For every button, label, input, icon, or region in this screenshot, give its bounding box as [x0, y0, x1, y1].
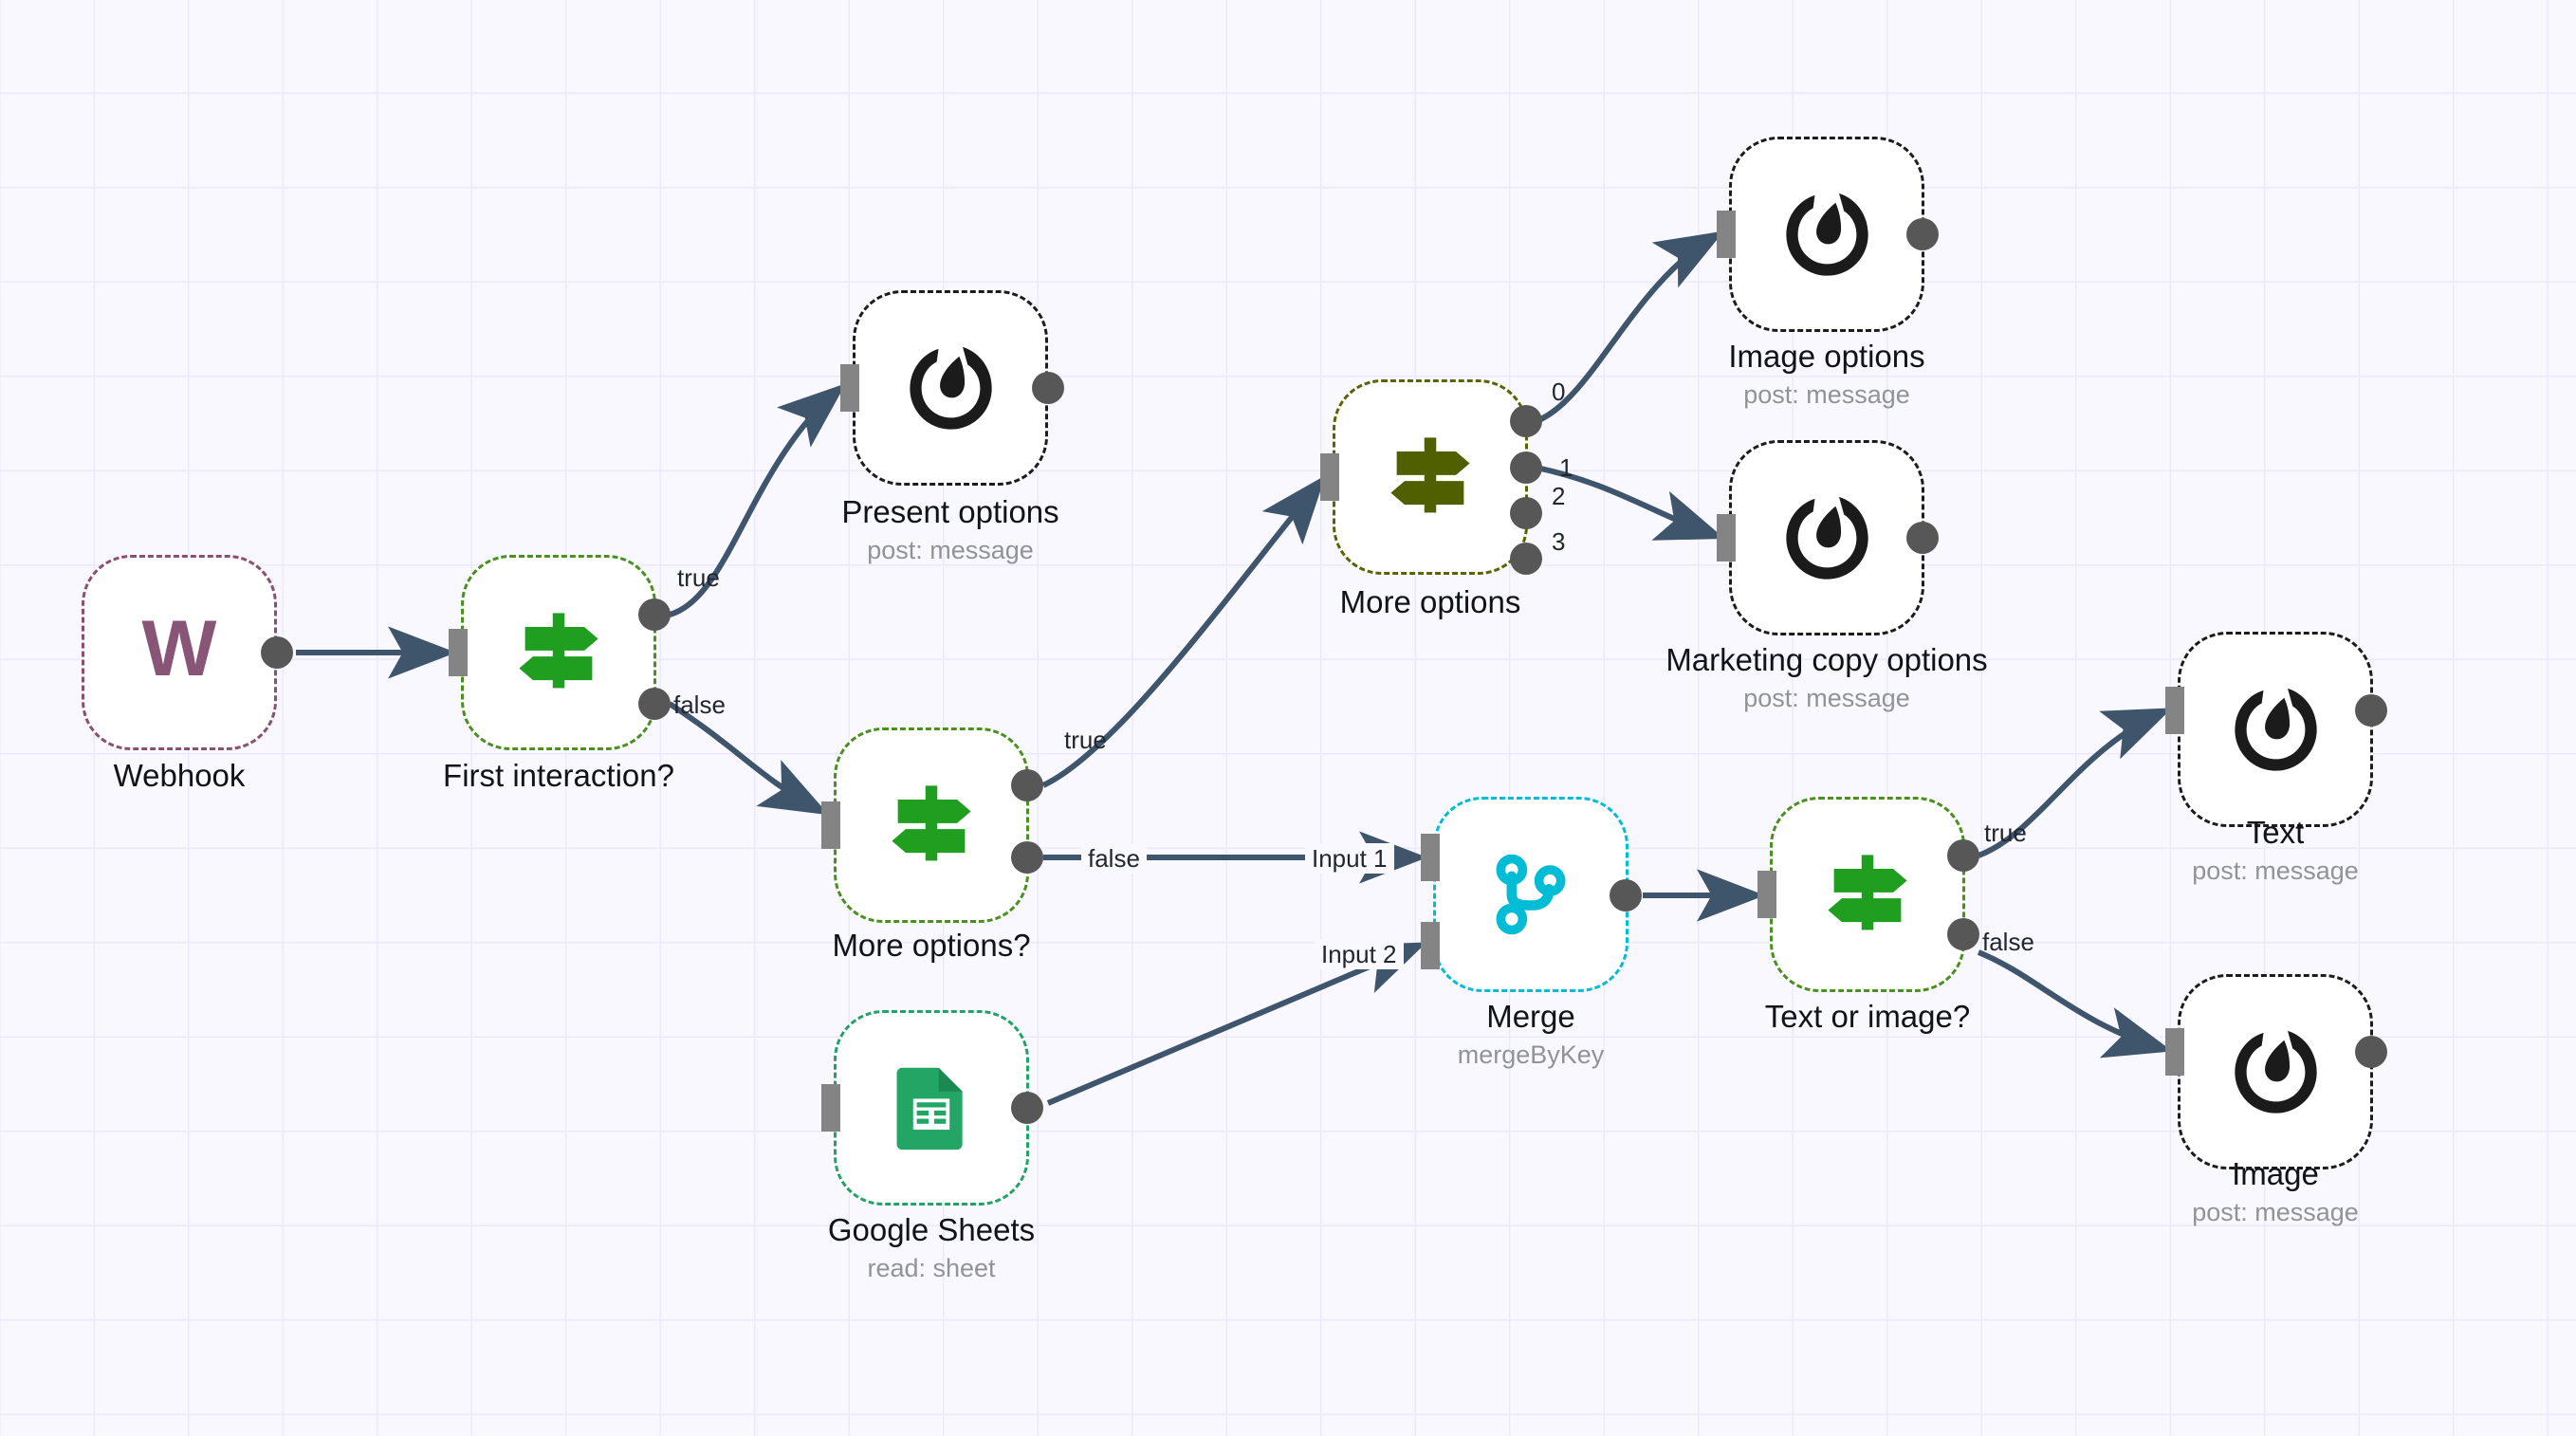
mattermost-icon — [1786, 496, 1868, 580]
node-label-google-sheets: Google Sheets — [827, 1212, 1036, 1247]
node-subtitle-image: post: message — [2192, 1198, 2359, 1226]
node-subtitle-marketing-copy-options: post: message — [1743, 684, 1910, 712]
node-image-options[interactable] — [1729, 137, 1924, 332]
node-image[interactable] — [2178, 974, 2373, 1169]
port-label-first-true: true — [677, 563, 720, 592]
more-options-if-output-true[interactable] — [1011, 769, 1043, 801]
signpost-icon — [519, 613, 598, 689]
image-input-endpoint[interactable] — [2165, 1028, 2184, 1076]
first-interaction-output-true[interactable] — [638, 598, 671, 631]
node-marketing-copy-options[interactable] — [1729, 440, 1924, 635]
node-label-more-options-if: More options? — [832, 928, 1031, 963]
node-present-options[interactable] — [853, 290, 1048, 486]
port-label-switch-0: 0 — [1552, 377, 1566, 406]
image-output-endpoint[interactable] — [2355, 1036, 2387, 1068]
port-label-more-true: true — [1064, 726, 1107, 754]
node-webhook[interactable]: W — [82, 555, 277, 750]
present-options-output-endpoint[interactable] — [1032, 372, 1064, 404]
svg-text:W: W — [142, 603, 217, 692]
more-options-switch-input-endpoint[interactable] — [1320, 453, 1339, 501]
more-options-switch-output-2[interactable] — [1510, 497, 1542, 529]
node-label-marketing-copy-options: Marketing copy options — [1665, 642, 1988, 677]
more-options-switch-output-0[interactable] — [1510, 405, 1542, 437]
webhook-output-endpoint[interactable] — [261, 636, 293, 669]
first-interaction-input-endpoint[interactable] — [449, 629, 468, 676]
present-options-input-endpoint[interactable] — [840, 364, 859, 412]
node-subtitle-google-sheets: read: sheet — [867, 1254, 996, 1282]
merge-output-endpoint[interactable] — [1610, 879, 1642, 911]
mattermost-icon — [2235, 1030, 2317, 1114]
google-sheets-output-endpoint[interactable] — [1011, 1092, 1043, 1124]
text-input-endpoint[interactable] — [2165, 687, 2184, 734]
signpost-icon — [1828, 855, 1907, 930]
node-more-options-if[interactable] — [834, 727, 1029, 923]
merge-input-2-endpoint[interactable] — [1421, 922, 1440, 969]
image-options-input-endpoint[interactable] — [1717, 211, 1736, 258]
google-sheets-input-endpoint[interactable] — [821, 1084, 840, 1132]
port-label-first-false: false — [673, 690, 726, 719]
node-subtitle-present-options: post: message — [867, 536, 1034, 564]
edge-label-merge-input1: Input 1 — [1305, 843, 1394, 874]
port-label-toi-false: false — [1982, 928, 2034, 956]
more-options-if-input-endpoint[interactable] — [821, 801, 840, 849]
merge-icon — [1496, 854, 1566, 935]
edge-label-merge-input2: Input 2 — [1315, 939, 1404, 969]
node-label-first-interaction: First interaction? — [443, 758, 674, 793]
node-label-text: Text — [2246, 815, 2305, 850]
merge-input-1-endpoint[interactable] — [1421, 834, 1440, 881]
port-label-toi-true: true — [1984, 819, 2027, 847]
node-text[interactable] — [2178, 632, 2373, 827]
mattermost-icon — [910, 346, 992, 430]
node-subtitle-merge: mergeByKey — [1457, 1040, 1605, 1069]
text-or-image-output-true[interactable] — [1947, 839, 1979, 872]
node-label-text-or-image: Text or image? — [1764, 999, 1971, 1034]
port-label-switch-2: 2 — [1552, 482, 1566, 510]
node-subtitle-text: post: message — [2192, 856, 2359, 885]
workflow-canvas[interactable]: W Webhook true false First interaction? — [0, 0, 2576, 1436]
node-text-or-image[interactable] — [1770, 797, 1965, 992]
node-label-image: Image — [2232, 1156, 2319, 1191]
webhook-w-icon: W — [142, 603, 217, 692]
mattermost-icon — [1786, 193, 1868, 276]
marketing-copy-options-input-endpoint[interactable] — [1717, 514, 1736, 562]
node-label-more-options-switch: More options — [1339, 584, 1521, 619]
signpost-icon — [1390, 437, 1470, 513]
node-layer: W Webhook true false First interaction? — [0, 0, 2576, 1436]
more-options-if-output-false[interactable] — [1011, 841, 1043, 874]
node-more-options-switch[interactable] — [1333, 379, 1528, 575]
node-google-sheets[interactable] — [834, 1010, 1029, 1206]
first-interaction-output-false[interactable] — [638, 688, 671, 720]
node-label-present-options: Present options — [841, 494, 1059, 529]
text-output-endpoint[interactable] — [2355, 694, 2387, 727]
node-first-interaction[interactable] — [461, 555, 656, 750]
node-subtitle-image-options: post: message — [1743, 380, 1910, 409]
image-options-output-endpoint[interactable] — [1906, 218, 1939, 250]
text-or-image-input-endpoint[interactable] — [1757, 871, 1776, 918]
signpost-icon — [892, 785, 971, 861]
google-sheets-icon — [896, 1067, 963, 1151]
node-label-image-options: Image options — [1728, 339, 1925, 374]
text-or-image-output-false[interactable] — [1947, 918, 1979, 950]
port-label-switch-1: 1 — [1559, 453, 1573, 482]
more-options-switch-output-1[interactable] — [1510, 451, 1542, 484]
node-merge[interactable] — [1433, 797, 1628, 992]
more-options-switch-output-3[interactable] — [1510, 543, 1542, 575]
port-label-switch-3: 3 — [1552, 527, 1566, 556]
mattermost-icon — [2235, 688, 2317, 771]
marketing-copy-options-output-endpoint[interactable] — [1906, 522, 1939, 554]
edge-label-more-false: false — [1081, 843, 1147, 874]
